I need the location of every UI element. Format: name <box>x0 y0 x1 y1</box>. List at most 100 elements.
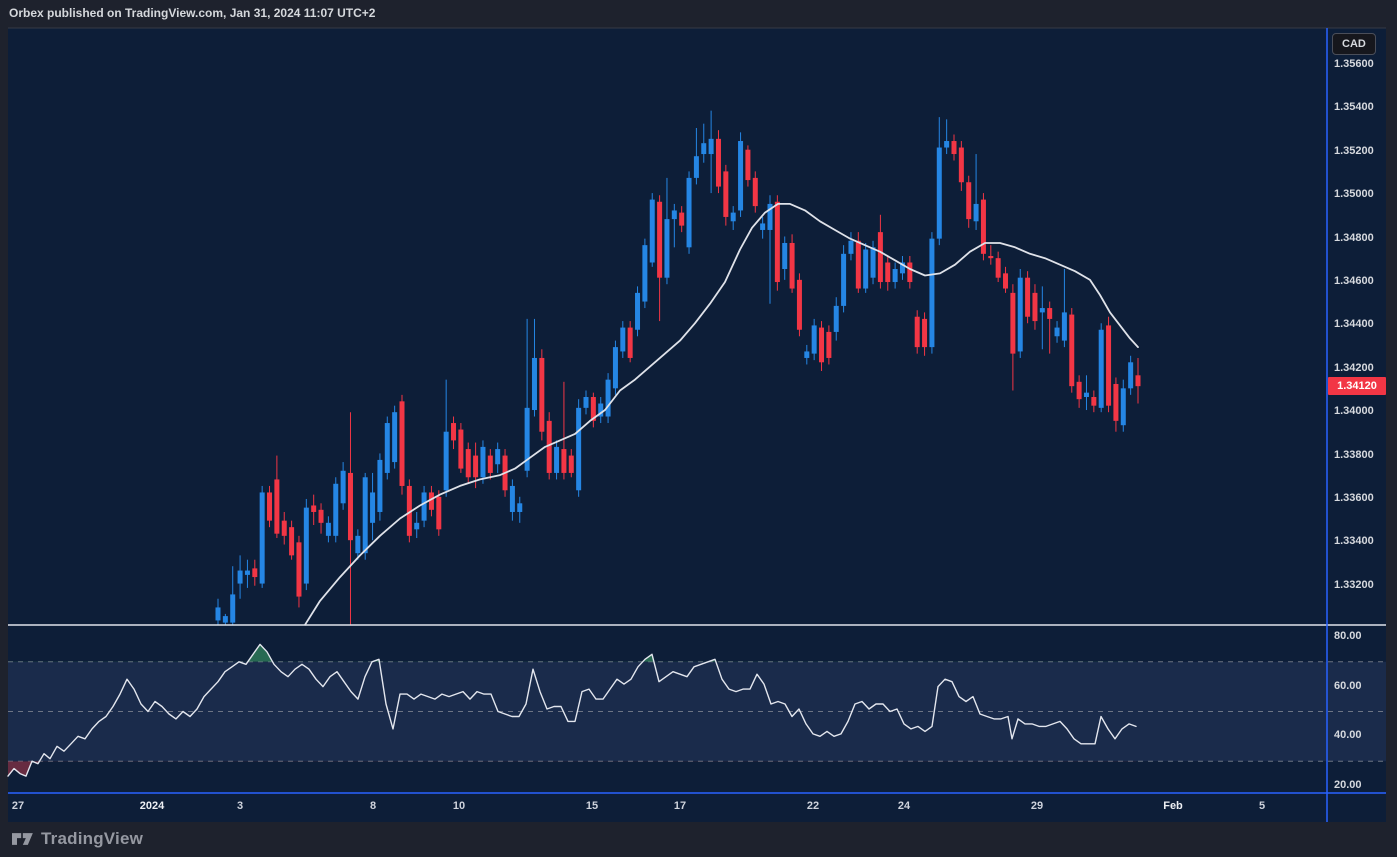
candle-body <box>694 156 699 178</box>
candle-body <box>723 171 728 217</box>
candle-body <box>812 325 817 353</box>
candle-body <box>893 269 898 282</box>
candle-body <box>1069 315 1074 387</box>
candle-body <box>790 243 795 289</box>
candle-body <box>1062 312 1067 340</box>
candle-body <box>341 471 346 504</box>
candle-body <box>1091 397 1096 406</box>
candle-body <box>400 401 405 486</box>
candle-body <box>1032 293 1037 321</box>
candle-body <box>1099 330 1104 408</box>
candle-body <box>664 219 669 278</box>
candle-body <box>819 328 824 363</box>
candle-body <box>775 202 780 282</box>
candle-body <box>584 397 589 408</box>
candle-body <box>1128 362 1133 388</box>
candle-body <box>650 200 655 263</box>
candle-body <box>760 223 765 230</box>
candle-body <box>267 492 272 520</box>
candle-body <box>620 328 625 352</box>
candle-body <box>370 492 375 522</box>
candle-body <box>782 243 787 269</box>
candle-body <box>216 607 221 620</box>
candle-body <box>414 523 419 530</box>
candle-body <box>1077 382 1082 399</box>
candle-body <box>1084 393 1089 397</box>
candle-body <box>517 503 522 512</box>
candle-body <box>385 423 390 473</box>
candle-body <box>495 449 500 464</box>
candle-body <box>701 143 706 154</box>
candle-body <box>863 249 868 288</box>
candle-body <box>856 241 861 289</box>
candle-body <box>745 150 750 180</box>
candle-body <box>1121 388 1126 425</box>
candle-body <box>289 527 294 555</box>
candle-body <box>944 141 949 148</box>
candle-body <box>716 139 721 187</box>
candle-body <box>480 447 485 477</box>
candle-body <box>238 571 243 584</box>
candle-body <box>959 148 964 183</box>
candle-body <box>642 245 647 301</box>
candle-body <box>841 254 846 306</box>
candle-body <box>466 449 471 477</box>
candle-body <box>296 542 301 596</box>
candle-body <box>473 456 478 478</box>
candle-body <box>1018 278 1023 352</box>
candle-body <box>444 432 449 491</box>
candle-body <box>826 332 831 358</box>
candle-body <box>687 178 692 247</box>
candle-body <box>554 447 559 473</box>
candle-body <box>488 456 493 473</box>
candle-body <box>613 347 618 388</box>
candle-body <box>319 510 324 523</box>
candle-body <box>260 492 265 583</box>
candle-body <box>635 293 640 330</box>
candle-body <box>679 213 684 226</box>
candle-body <box>510 486 515 512</box>
candle-body <box>738 141 743 210</box>
candle-body <box>1010 293 1015 354</box>
candle-body <box>252 568 257 577</box>
candle-body <box>878 232 883 282</box>
chart-canvas[interactable] <box>0 0 1397 857</box>
candle-body <box>657 202 662 278</box>
candle-body <box>907 263 912 283</box>
candle-body <box>1055 328 1060 337</box>
candle-body <box>606 380 611 417</box>
candle-body <box>355 536 360 553</box>
candle-body <box>731 213 736 222</box>
candle-body <box>392 412 397 462</box>
candle-body <box>576 408 581 490</box>
candle-body <box>436 497 441 530</box>
candle-body <box>885 263 890 283</box>
candle-body <box>988 256 993 258</box>
candle-body <box>451 423 456 440</box>
candle-body <box>966 182 971 219</box>
candle-body <box>311 505 316 512</box>
candle-body <box>458 430 463 469</box>
candle-body <box>326 523 331 536</box>
candle-body <box>952 141 957 154</box>
candle-body <box>797 280 802 330</box>
candle-body <box>709 139 714 154</box>
candle-body <box>834 306 839 332</box>
candle-body <box>547 421 552 473</box>
candle-body <box>274 479 279 533</box>
tradingview-snapshot: Orbex published on TradingView.com, Jan … <box>0 0 1397 857</box>
candle-body <box>348 473 353 540</box>
candle-body <box>628 328 633 358</box>
candle-body <box>915 317 920 347</box>
candle-body <box>1106 325 1111 405</box>
candle-body <box>848 241 853 254</box>
candle-body <box>804 351 809 358</box>
candle-body <box>363 477 368 553</box>
candle-body <box>929 239 934 347</box>
candle-body <box>304 508 309 584</box>
candle-body <box>922 319 927 347</box>
candle-body <box>569 456 574 473</box>
candle-body <box>377 460 382 512</box>
candle-body <box>1040 308 1045 312</box>
candle-body <box>422 492 427 520</box>
